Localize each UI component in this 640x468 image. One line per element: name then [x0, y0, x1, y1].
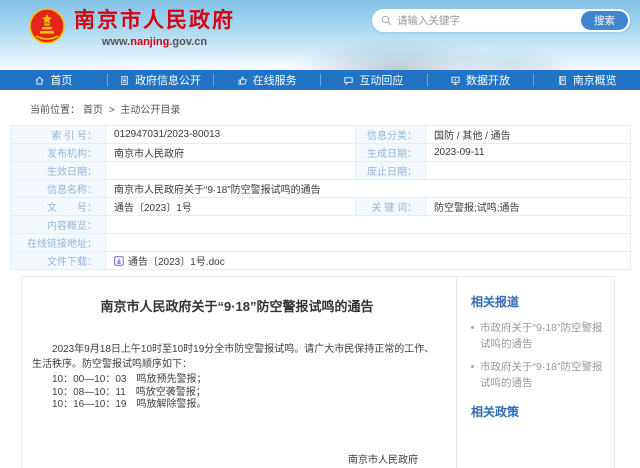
table-row: 信息名称： 南京市人民政府关于“9·18”防空警报试鸣的通告 — [11, 180, 631, 198]
breadcrumb-current: 主动公开目录 — [120, 105, 180, 116]
nav-item-gov-info[interactable]: 政府信息公开 — [107, 70, 214, 90]
monitor-icon — [450, 75, 461, 86]
nav-item-online-service[interactable]: 在线服务 — [213, 70, 320, 90]
article-title: 南京市人民政府关于“9·18”防空警报试鸣的通告 — [32, 296, 442, 315]
table-row: 文 号： 通告〔2023〕1号 关 键 词： 防空警报;试鸣;通告 — [11, 198, 631, 216]
main-nav: 首页 政府信息公开 在线服务 互动回应 数据开放 南京概览 — [0, 70, 640, 90]
download-file-link[interactable]: 通告〔2023〕1号.doc — [128, 257, 225, 268]
signature-org: 南京市人民政府 — [32, 454, 418, 468]
related-report-link: 市政府关于“9·18”防空警报试鸣的通告 — [480, 359, 604, 391]
url-main: nanjing — [130, 36, 169, 48]
article-paragraph: 2023年9月18日上午10时至10时19分全市防空警报试鸣。请广大市民保持正常… — [32, 342, 442, 372]
article-signature: 南京市人民政府 2023年9月11日 — [32, 454, 442, 468]
nav-item-label: 首页 — [50, 72, 72, 88]
table-row: 发布机构： 南京市人民政府 生成日期： 2023-09-11 — [11, 144, 631, 162]
expiry-date-value — [426, 162, 631, 180]
online-link-value — [106, 234, 631, 252]
list-item[interactable]: 市政府关于“9·18”防空警报试鸣的通告 — [471, 320, 604, 352]
thumbs-up-icon — [237, 75, 248, 86]
created-date-label: 生成日期： — [356, 144, 426, 162]
doc-number-label: 文 号： — [11, 198, 106, 216]
content-panel: 南京市人民政府关于“9·18”防空警报试鸣的通告 2023年9月18日上午10时… — [21, 276, 615, 468]
table-row: 生效日期： 废止日期： — [11, 162, 631, 180]
info-name-value: 南京市人民政府关于“9·18”防空警报试鸣的通告 — [106, 180, 631, 198]
breadcrumb-separator: > — [109, 105, 115, 116]
bullet-icon — [471, 365, 474, 368]
article: 南京市人民政府关于“9·18”防空警报试鸣的通告 2023年9月18日上午10时… — [22, 277, 457, 468]
search-icon — [381, 15, 392, 26]
nav-item-label: 数据开放 — [466, 72, 510, 88]
schedule-line: 10：00—10：03 鸣放预先警报； — [32, 374, 442, 387]
related-reports-title[interactable]: 相关报道 — [471, 293, 604, 310]
nav-item-interaction[interactable]: 互动回应 — [320, 70, 427, 90]
search-input[interactable] — [397, 15, 581, 27]
info-name-label: 信息名称： — [11, 180, 106, 198]
site-header: 南京市人民政府 www.nanjing.gov.cn 搜索 — [0, 0, 640, 70]
download-icon — [114, 256, 124, 266]
breadcrumb-prefix: 当前位置： — [30, 105, 80, 116]
publisher-value: 南京市人民政府 — [106, 144, 356, 162]
table-row: 内容概览： — [11, 216, 631, 234]
nav-item-label: 政府信息公开 — [135, 72, 201, 88]
related-reports-list: 市政府关于“9·18”防空警报试鸣的通告 市政府关于“9·18”防空警报试鸣的通… — [471, 320, 604, 391]
table-row: 文件下载： 通告〔2023〕1号.doc — [11, 252, 631, 270]
book-icon — [557, 75, 568, 86]
url-suffix: .gov.cn — [169, 36, 207, 48]
nav-item-label: 互动回应 — [359, 72, 403, 88]
national-emblem-logo — [28, 6, 66, 48]
related-report-link: 市政府关于“9·18”防空警报试鸣的通告 — [480, 320, 604, 352]
bullet-icon — [471, 326, 474, 329]
document-meta-table: 索 引 号： 012947031/2023-80013 信息分类： 国防 / 其… — [10, 125, 631, 270]
speech-bubble-icon — [343, 75, 354, 86]
url-www: www. — [102, 36, 130, 48]
search-button[interactable]: 搜索 — [581, 11, 628, 30]
doc-number-value: 通告〔2023〕1号 — [106, 198, 356, 216]
nav-item-label: 南京概览 — [573, 72, 617, 88]
site-title: 南京市人民政府 — [74, 9, 235, 33]
table-row: 索 引 号： 012947031/2023-80013 信息分类： 国防 / 其… — [11, 126, 631, 144]
keywords-value: 防空警报;试鸣;通告 — [426, 198, 631, 216]
nav-item-data-open[interactable]: 数据开放 — [427, 70, 534, 90]
summary-value — [106, 216, 631, 234]
list-item[interactable]: 市政府关于“9·18”防空警报试鸣的通告 — [471, 359, 604, 391]
home-icon — [34, 75, 45, 86]
table-row: 在线链接地址： — [11, 234, 631, 252]
summary-label: 内容概览： — [11, 216, 106, 234]
breadcrumb-home-link[interactable]: 首页 — [83, 105, 103, 116]
related-policy-title[interactable]: 相关政策 — [471, 403, 604, 420]
nav-item-overview[interactable]: 南京概览 — [533, 70, 640, 90]
breadcrumb: 当前位置：首页 > 主动公开目录 — [0, 90, 640, 123]
category-label: 信息分类： — [356, 126, 426, 144]
site-brand[interactable]: 南京市人民政府 www.nanjing.gov.cn — [28, 6, 235, 48]
search-bar: 搜索 — [372, 9, 630, 32]
effective-date-label: 生效日期： — [11, 162, 106, 180]
online-link-label: 在线链接地址： — [11, 234, 106, 252]
publisher-label: 发布机构： — [11, 144, 106, 162]
site-url: www.nanjing.gov.cn — [74, 36, 235, 48]
related-sidebar: 相关报道 市政府关于“9·18”防空警报试鸣的通告 市政府关于“9·18”防空警… — [457, 277, 614, 468]
effective-date-value — [106, 162, 356, 180]
index-number-label: 索 引 号： — [11, 126, 106, 144]
keywords-label: 关 键 词： — [356, 198, 426, 216]
file-download-cell: 通告〔2023〕1号.doc — [106, 252, 631, 270]
nav-item-home[interactable]: 首页 — [0, 70, 107, 90]
siren-schedule: 10：00—10：03 鸣放预先警报； 10：08—10：11 鸣放空袭警报； … — [32, 374, 442, 412]
document-icon — [119, 75, 130, 86]
article-body: 2023年9月18日上午10时至10时19分全市防空警报试鸣。请广大市民保持正常… — [32, 342, 442, 412]
category-value: 国防 / 其他 / 通告 — [426, 126, 631, 144]
schedule-line: 10：08—10：11 鸣放空袭警报； — [32, 387, 442, 400]
brand-text: 南京市人民政府 www.nanjing.gov.cn — [74, 6, 235, 48]
nav-item-label: 在线服务 — [253, 72, 297, 88]
created-date-value: 2023-09-11 — [426, 144, 631, 162]
schedule-line: 10：16—10：19 鸣放解除警报。 — [32, 399, 442, 412]
expiry-date-label: 废止日期： — [356, 162, 426, 180]
file-download-label: 文件下载： — [11, 252, 106, 270]
index-number-value: 012947031/2023-80013 — [106, 126, 356, 144]
